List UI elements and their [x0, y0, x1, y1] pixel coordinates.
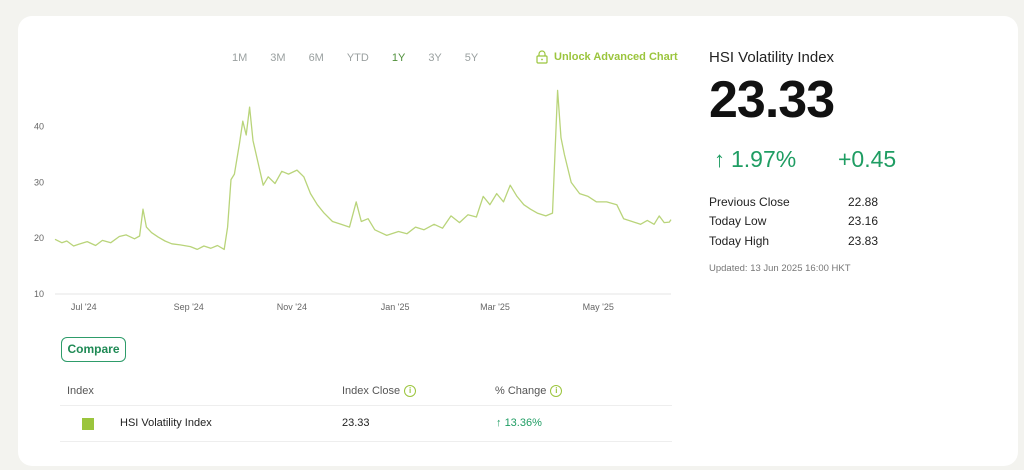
arrow-up-icon: ↑	[714, 146, 725, 172]
quote-change-pct: ↑ 1.97%	[714, 146, 797, 172]
info-icon[interactable]: i	[550, 385, 563, 397]
lock-icon	[536, 50, 548, 64]
y-tick-label: 10	[34, 289, 44, 299]
price-chart: 10 20 30 40 Jul '24 Sep '24 Nov '24 Jan '25 Mar …	[34, 89, 672, 312]
series-color-swatch	[82, 418, 94, 430]
x-tick-label: Sep '24	[174, 302, 204, 312]
range-1y[interactable]: 1Y	[392, 52, 405, 64]
stat-value-today-low: 23.16	[848, 214, 879, 228]
unlock-advanced-chart-link[interactable]: Unlock Advanced Chart	[536, 50, 678, 64]
range-6m[interactable]: 6M	[309, 52, 324, 64]
y-tick-label: 30	[34, 177, 44, 187]
row-index-close: 23.33	[342, 417, 370, 429]
row-pct-change: ↑ 13.36%	[496, 417, 542, 429]
col-header-index: Index	[67, 385, 94, 397]
stat-value-previous-close: 22.88	[848, 195, 879, 209]
quote-change-abs: +0.45	[838, 146, 897, 172]
range-3m[interactable]: 3M	[270, 52, 285, 64]
stat-label-today-high: Today High	[709, 234, 770, 248]
compare-button[interactable]: Compare	[61, 337, 126, 362]
info-icon[interactable]: i	[404, 385, 417, 397]
y-tick-label: 20	[34, 233, 44, 243]
range-selector: 1M 3M 6M YTD 1Y 3Y 5Y	[232, 52, 501, 64]
x-tick-label: May '25	[583, 302, 614, 312]
stat-value-today-high: 23.83	[848, 234, 879, 248]
table-divider	[60, 441, 672, 442]
quote-title: HSI Volatility Index	[709, 49, 835, 66]
range-ytd[interactable]: YTD	[347, 52, 369, 64]
y-tick-label: 40	[34, 122, 44, 132]
row-index-name: HSI Volatility Index	[120, 417, 212, 429]
col-header-change: % Change i	[495, 385, 563, 397]
range-5y[interactable]: 5Y	[465, 52, 478, 64]
x-tick-label: Nov '24	[277, 302, 307, 312]
stat-label-previous-close: Previous Close	[709, 195, 790, 209]
col-header-close: Index Close i	[342, 385, 417, 397]
stat-label-today-low: Today Low	[709, 214, 767, 228]
unlock-label: Unlock Advanced Chart	[554, 51, 678, 63]
table-divider	[60, 405, 672, 406]
range-1m[interactable]: 1M	[232, 52, 247, 64]
updated-timestamp: Updated: 13 Jun 2025 16:00 HKT	[709, 263, 851, 274]
x-tick-label: Jan '25	[381, 302, 410, 312]
x-tick-label: Mar '25	[480, 302, 510, 312]
arrow-up-icon: ↑	[496, 417, 502, 429]
x-tick-label: Jul '24	[71, 302, 97, 312]
range-3y[interactable]: 3Y	[428, 52, 441, 64]
quote-value: 23.33	[709, 71, 835, 129]
series-line	[54, 89, 672, 251]
